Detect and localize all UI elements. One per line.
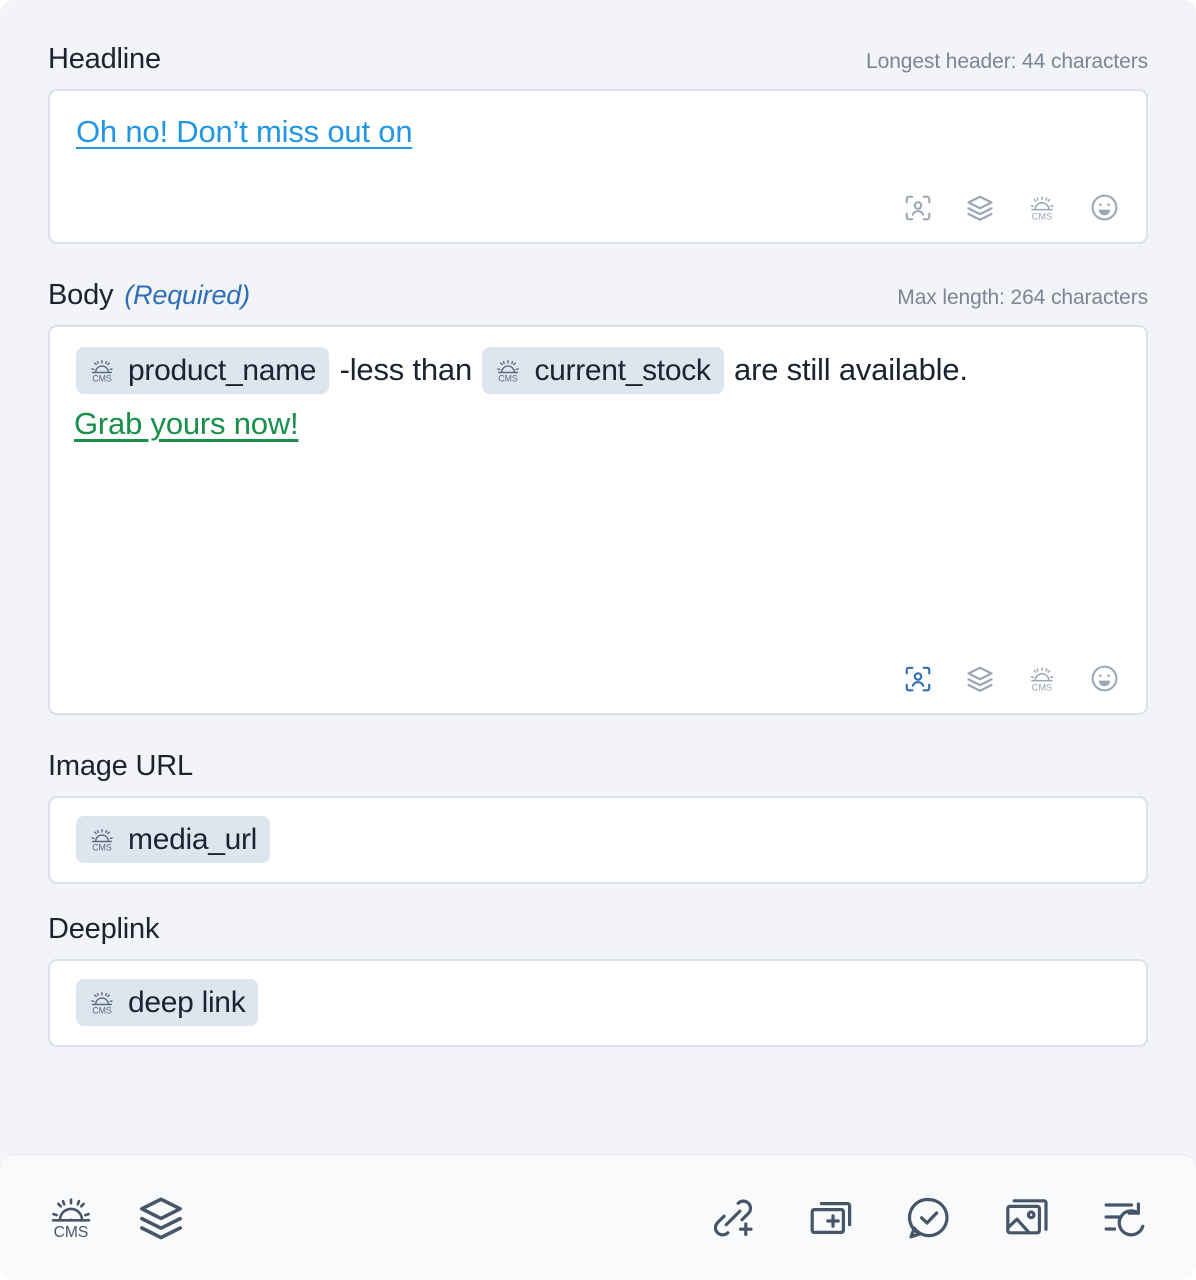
body-content-line-2: Grab yours now! bbox=[74, 405, 1122, 444]
deeplink-field-group: Deeplink CMS deep link bbox=[48, 912, 1148, 1047]
cms-token-label: current_stock bbox=[534, 353, 711, 387]
image-url-field-group: Image URL CMS media_url bbox=[48, 749, 1148, 884]
message-composer-panel: Headline Longest header: 44 characters O… bbox=[0, 0, 1196, 1280]
svg-text:CMS: CMS bbox=[1032, 210, 1053, 221]
svg-text:CMS: CMS bbox=[92, 842, 112, 852]
deeplink-label-wrap: Deeplink bbox=[48, 912, 160, 946]
cms-icon: CMS bbox=[87, 356, 117, 386]
deeplink-label: Deeplink bbox=[48, 912, 160, 945]
emoji-icon[interactable] bbox=[1084, 659, 1124, 699]
cms-icon[interactable]: CMS bbox=[44, 1191, 98, 1245]
personalization-icon[interactable] bbox=[898, 659, 938, 699]
body-cta-link[interactable]: Grab yours now! bbox=[74, 405, 299, 444]
headline-toolbar: CMS bbox=[898, 188, 1124, 228]
cms-icon: CMS bbox=[87, 988, 117, 1018]
bottom-toolbar: CMS bbox=[0, 1154, 1196, 1280]
layers-icon[interactable] bbox=[960, 188, 1000, 228]
body-content-line-1: CMS product_name -less than CMS current_… bbox=[74, 346, 1122, 395]
body-text-tail: are still available. bbox=[725, 352, 968, 388]
deeplink-input[interactable]: CMS deep link bbox=[48, 958, 1148, 1047]
headline-link-text[interactable]: Oh no! Don’t miss out on bbox=[76, 113, 413, 152]
add-card-icon[interactable] bbox=[804, 1191, 858, 1245]
cms-token-current-stock[interactable]: CMS current_stock bbox=[482, 346, 724, 395]
cms-token-label: deep link bbox=[128, 985, 246, 1019]
svg-text:CMS: CMS bbox=[54, 1224, 89, 1241]
body-header: Body (Required) Max length: 264 characte… bbox=[48, 278, 1148, 312]
personalization-icon[interactable] bbox=[898, 188, 938, 228]
cms-token-media-url[interactable]: CMS media_url bbox=[76, 815, 271, 864]
body-field-group: Body (Required) Max length: 264 characte… bbox=[48, 278, 1148, 715]
svg-text:CMS: CMS bbox=[92, 373, 112, 383]
headline-content-line: Oh no! Don’t miss out on bbox=[76, 113, 1120, 152]
headline-input[interactable]: Oh no! Don’t miss out on CMS bbox=[48, 88, 1148, 244]
approve-chat-icon[interactable] bbox=[902, 1191, 956, 1245]
deeplink-header: Deeplink bbox=[48, 912, 1148, 946]
composer-content: Headline Longest header: 44 characters O… bbox=[0, 0, 1196, 1154]
bottom-toolbar-left: CMS bbox=[44, 1191, 188, 1245]
body-input[interactable]: CMS product_name -less than CMS current_… bbox=[48, 324, 1148, 715]
svg-text:CMS: CMS bbox=[1032, 681, 1053, 692]
emoji-icon[interactable] bbox=[1084, 188, 1124, 228]
cms-token-label: media_url bbox=[128, 822, 258, 856]
body-required-label: (Required) bbox=[124, 279, 250, 310]
headline-field-group: Headline Longest header: 44 characters O… bbox=[48, 43, 1148, 244]
body-hint: Max length: 264 characters bbox=[897, 285, 1148, 309]
layers-icon[interactable] bbox=[960, 659, 1000, 699]
cms-token-label: product_name bbox=[128, 353, 317, 387]
cms-token-product-name[interactable]: CMS product_name bbox=[76, 346, 330, 395]
headline-label: Headline bbox=[48, 43, 161, 75]
body-label: Body bbox=[48, 278, 114, 311]
layers-icon[interactable] bbox=[134, 1191, 188, 1245]
image-url-header: Image URL bbox=[48, 749, 1148, 783]
bottom-toolbar-right bbox=[706, 1191, 1152, 1245]
image-url-input[interactable]: CMS media_url bbox=[48, 795, 1148, 884]
svg-text:CMS: CMS bbox=[92, 1005, 112, 1015]
image-url-label-wrap: Image URL bbox=[48, 749, 193, 783]
revert-history-icon[interactable] bbox=[1098, 1191, 1152, 1245]
headline-header: Headline Longest header: 44 characters bbox=[48, 43, 1148, 76]
media-image-icon[interactable] bbox=[1000, 1191, 1054, 1245]
cms-icon: CMS bbox=[87, 825, 117, 855]
cms-token-deep-link[interactable]: CMS deep link bbox=[76, 978, 259, 1027]
headline-hint: Longest header: 44 characters bbox=[866, 50, 1148, 73]
body-text-between: -less than bbox=[331, 352, 481, 388]
headline-label-wrap: Headline bbox=[48, 43, 161, 76]
cms-icon[interactable]: CMS bbox=[1022, 659, 1062, 699]
add-link-icon[interactable] bbox=[706, 1191, 760, 1245]
cms-icon: CMS bbox=[493, 356, 523, 386]
body-label-wrap: Body (Required) bbox=[48, 278, 250, 312]
svg-text:CMS: CMS bbox=[499, 373, 519, 383]
cms-icon[interactable]: CMS bbox=[1022, 188, 1062, 228]
image-url-label: Image URL bbox=[48, 749, 193, 782]
body-toolbar: CMS bbox=[898, 659, 1124, 699]
